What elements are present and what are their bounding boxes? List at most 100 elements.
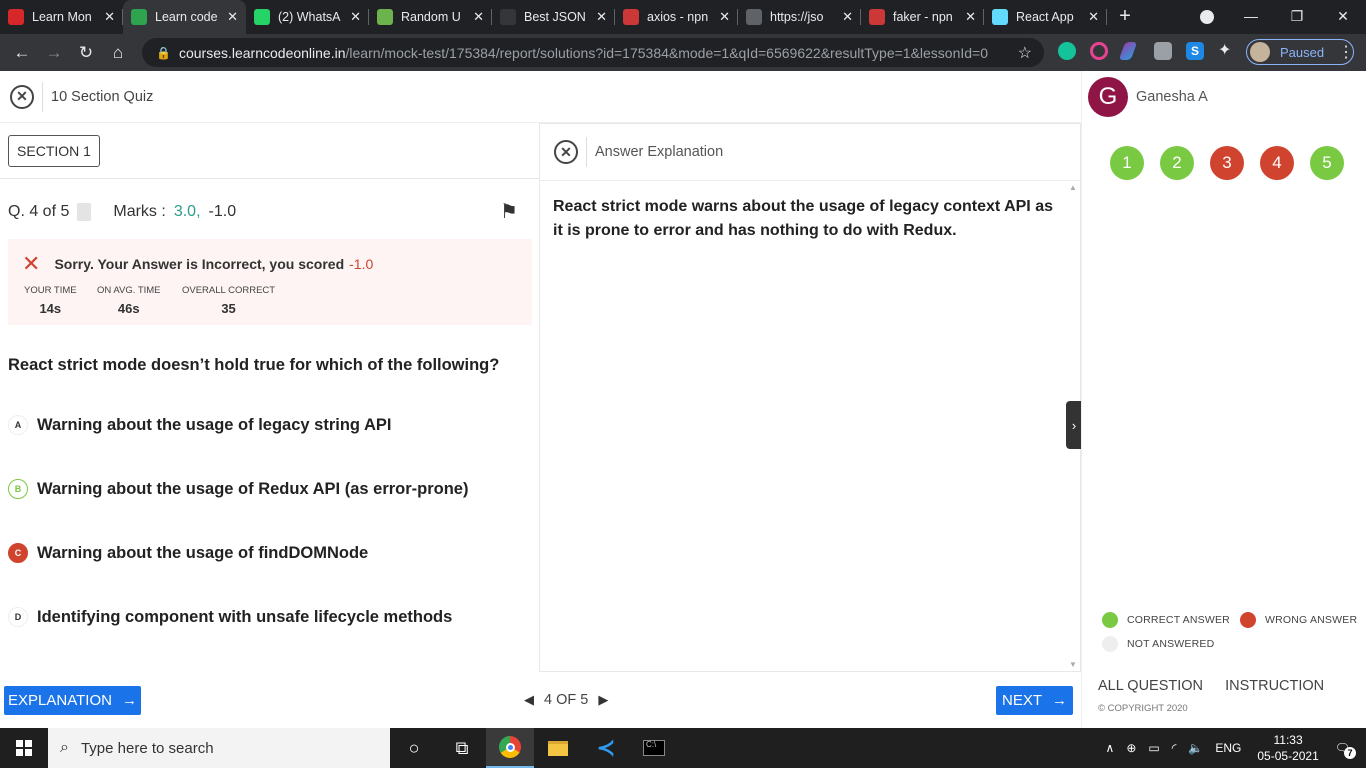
close-tab-icon[interactable]: ✕ [104,9,115,25]
prev-question-icon[interactable]: ◀ [524,692,534,708]
cortana-icon[interactable]: ○ [390,728,438,768]
vscode-icon[interactable]: ≺ [582,728,630,768]
search-placeholder: Type here to search [80,739,214,757]
profile-avatar [1250,42,1270,62]
volume-icon[interactable]: 🔈 [1188,741,1203,755]
code-brackets-icon [131,9,147,25]
close-tab-icon[interactable]: ✕ [842,9,853,25]
option-letter-badge: D [8,607,28,627]
question-number-button[interactable]: 1 [1110,146,1144,180]
address-bar[interactable]: 🔒 courses.learncodeonline.in/learn/mock-… [142,38,1044,67]
bookmark-star-icon[interactable]: ☆ [1018,43,1032,63]
explanation-body: React strict mode warns about the usage … [553,198,1053,239]
quiz-title: 10 Section Quiz [51,88,154,105]
close-tab-icon[interactable]: ✕ [719,9,730,25]
question-number-button[interactable]: 3 [1210,146,1244,180]
show-hidden-icons[interactable]: ∧ [1106,741,1115,755]
explanation-button[interactable]: EXPLANATION → [4,686,141,715]
browser-menu-icon[interactable]: ⋮ [1338,42,1354,62]
result-message: ✕ Sorry. Your Answer is Incorrect, you s… [22,251,373,277]
question-number-button[interactable]: 5 [1310,146,1344,180]
close-tab-icon[interactable]: ✕ [227,9,238,25]
wifi-icon[interactable]: ◜ [1172,741,1177,755]
bookmark-icon[interactable] [77,203,92,221]
chrome-taskbar-icon[interactable] [486,728,534,768]
browser-tab[interactable]: Random U ✕ [369,0,492,34]
new-tab-button[interactable]: + [1107,0,1143,34]
notification-count: 7 [1344,747,1356,759]
next-question-icon[interactable]: ▶ [598,692,608,708]
language-indicator[interactable]: ENG [1215,741,1241,755]
close-window-button[interactable]: ✕ [1320,0,1366,34]
tab-title: (2) WhatsA [278,10,341,24]
grammarly-extension-icon[interactable] [1058,42,1076,60]
close-tab-icon[interactable]: ✕ [1088,9,1099,25]
close-quiz-icon[interactable]: ✕ [10,84,34,109]
reload-icon[interactable]: ↻ [70,43,102,63]
tab-search-icon[interactable] [1200,10,1214,24]
stat-label: YOUR TIME [24,285,77,296]
question-number-button[interactable]: 4 [1260,146,1294,180]
browser-tab[interactable]: React App ✕ [984,0,1107,34]
close-tab-icon[interactable]: ✕ [596,9,607,25]
url-host: courses.learncodeonline.in [178,44,346,61]
browser-tab[interactable]: Learn code ✕ [123,0,246,34]
globe-icon [746,9,762,25]
chrome-logo-icon [499,736,521,758]
user-avatar[interactable]: G [1088,77,1128,117]
question-number-button[interactable]: 2 [1160,146,1194,180]
lock-icon: 🔒 [156,45,171,60]
browser-tab[interactable]: faker - npn ✕ [861,0,984,34]
task-view-icon[interactable]: ⧉ [438,728,486,768]
legend-correct: CORRECT ANSWER [1102,612,1230,628]
collapse-panel-chevron-icon[interactable]: › [1066,401,1082,449]
answer-option[interactable]: C Warning about the usage of findDOMNode [8,543,368,563]
restore-button[interactable]: ❐ [1274,0,1320,34]
report-flag-icon[interactable]: ⚑ [500,199,518,224]
question-position: Q. 4 of 5 [8,203,70,220]
start-button[interactable] [0,728,48,768]
pen-extension-icon[interactable] [1118,42,1138,60]
answer-option[interactable]: D Identifying component with unsafe lifec… [8,607,452,627]
explanation-button-label: EXPLANATION [8,692,112,709]
all-question-link[interactable]: ALL QUESTION [1098,678,1203,694]
scroll-up-icon[interactable]: ▲ [1069,183,1077,192]
close-tab-icon[interactable]: ✕ [350,9,361,25]
color-extension-icon[interactable] [1090,42,1108,60]
taskbar-search[interactable]: ⌕ Type here to search [48,728,390,768]
stat-value: 46s [117,301,140,316]
battery-icon[interactable]: ▭ [1148,741,1159,755]
header-divider [586,137,587,167]
browser-tab[interactable]: Best JSON ✕ [492,0,615,34]
not-answered-dot-icon [1102,636,1118,652]
scroll-down-icon[interactable]: ▼ [1069,660,1077,669]
close-explanation-icon[interactable]: ✕ [554,140,578,164]
s-extension-icon[interactable]: S [1186,42,1204,60]
arrow-right-icon: → [121,692,137,709]
answer-option[interactable]: A Warning about the usage of legacy strin… [8,415,391,435]
home-icon[interactable]: ⌂ [102,43,134,63]
clock[interactable]: 11:33 05-05-2021 [1257,732,1318,764]
notification-icon[interactable]: 🗨 7 [1335,741,1356,759]
file-explorer-icon[interactable] [534,728,582,768]
terminal-icon[interactable]: C:\ [630,728,678,768]
browser-tab[interactable]: (2) WhatsA ✕ [246,0,369,34]
minimize-button[interactable]: — [1228,0,1274,34]
explanation-panel: ✕ Answer Explanation React strict mode w… [539,123,1081,672]
section-button[interactable]: SECTION 1 [8,135,100,167]
close-tab-icon[interactable]: ✕ [473,9,484,25]
meet-now-icon[interactable]: ⊕ [1126,741,1136,755]
browser-tab[interactable]: Learn Mon ✕ [0,0,123,34]
question-palette: 12345 CORRECT ANSWER WRONG ANSWER NOT AN… [1081,123,1366,728]
back-icon[interactable]: ← [6,43,38,63]
answer-option[interactable]: B Warning about the usage of Redux API (a… [8,479,468,499]
next-button[interactable]: NEXT → [996,686,1073,715]
browser-tab[interactable]: axios - npn ✕ [615,0,738,34]
close-tab-icon[interactable]: ✕ [965,9,976,25]
forward-icon[interactable]: → [38,43,70,63]
section-divider [0,178,540,179]
instruction-link[interactable]: INSTRUCTION [1225,678,1324,694]
browser-tab[interactable]: https://jso ✕ [738,0,861,34]
extensions-puzzle-icon[interactable]: ✦ [1218,42,1236,60]
camera-extension-icon[interactable] [1154,42,1172,60]
